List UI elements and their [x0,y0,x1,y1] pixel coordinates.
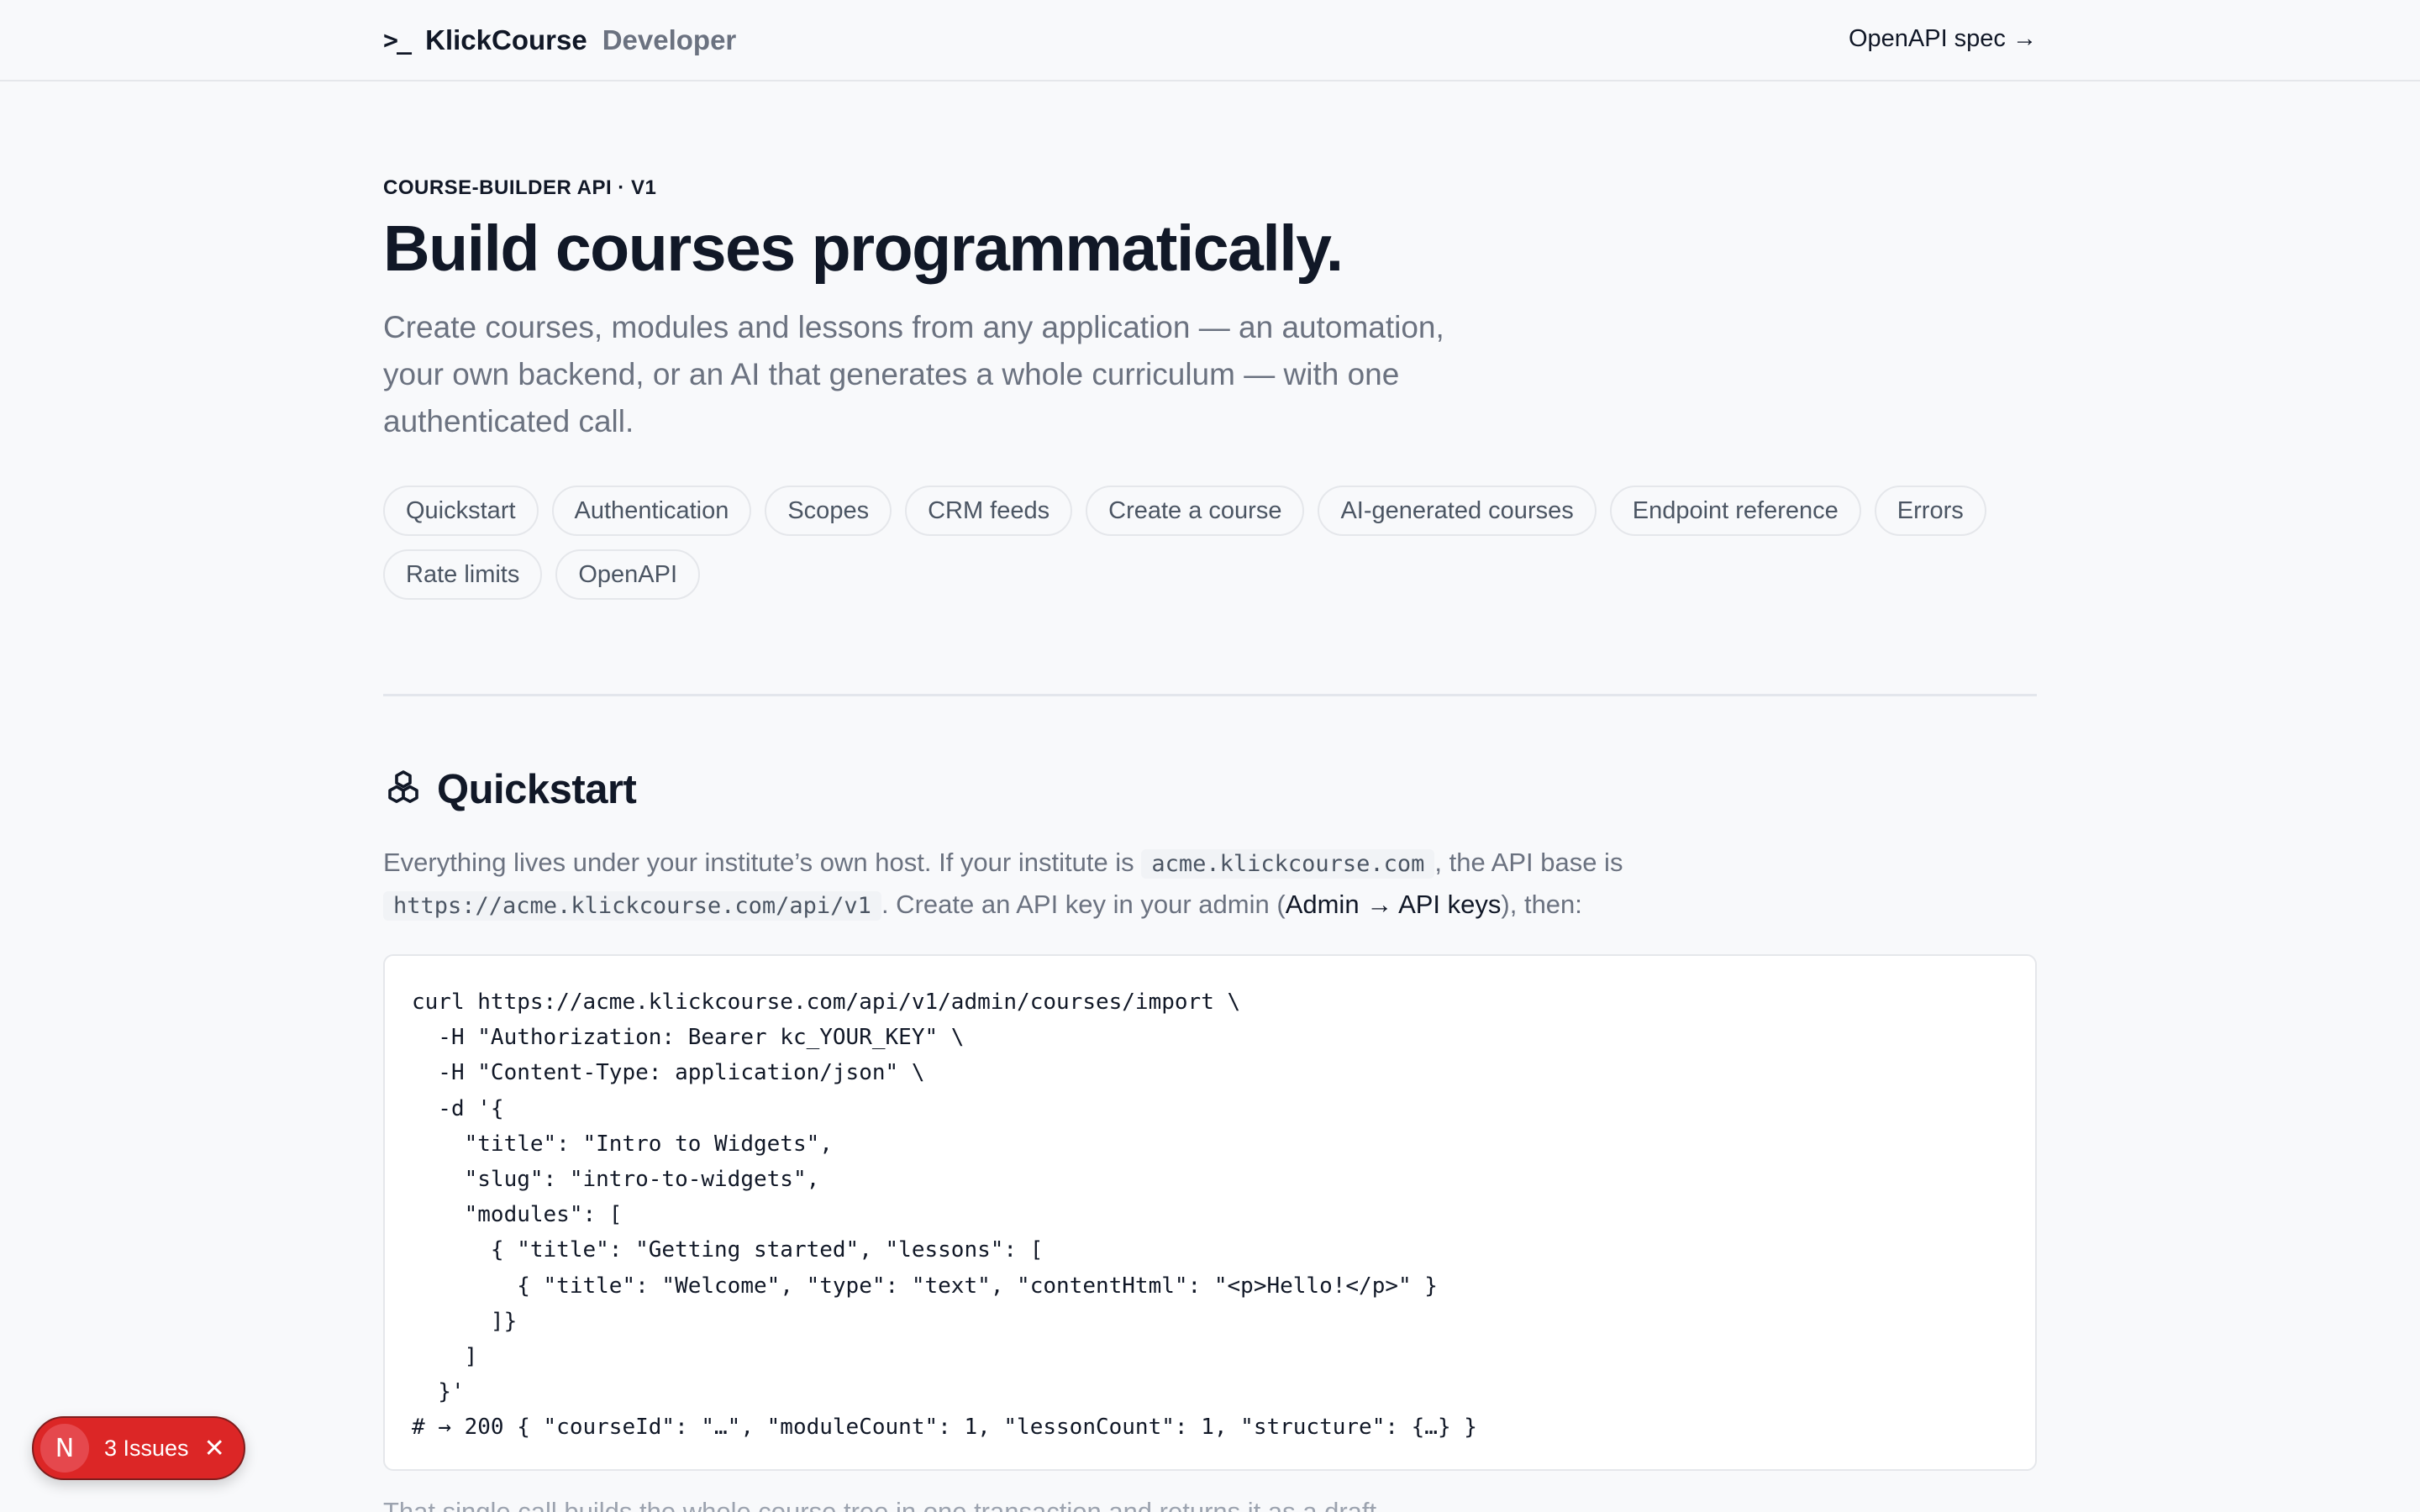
nav-pill-rate-limits[interactable]: Rate limits [383,549,543,600]
cubes-icon [383,768,424,812]
openapi-spec-link[interactable]: OpenAPI spec → [1849,25,2037,53]
brand-name: KlickCourse [425,24,587,55]
issues-avatar: N [40,1424,89,1473]
api-base-code: https://acme.klickcourse.com/api/v1 [383,891,881,921]
quickstart-text-4: ), then: [1501,890,1582,919]
quickstart-text-2: , the API base is [1434,848,1623,877]
quickstart-title: Quickstart [437,767,637,812]
nav-pill-errors[interactable]: Errors [1874,486,1986,536]
admin-path: Admin → API keys [1285,890,1502,919]
nav-pill-quickstart[interactable]: Quickstart [383,486,539,536]
hero-lead: Create courses, modules and lessons from… [383,310,1444,438]
quickstart-description: Everything lives under your institute’s … [383,843,2037,927]
page-title: Build courses programmatically. [383,213,1344,285]
brand[interactable]: >_ KlickCourse Developer [383,24,736,57]
section-nav: Quickstart Authentication Scopes CRM fee… [383,486,2037,600]
nav-pill-crm-feeds[interactable]: CRM feeds [905,486,1073,536]
nav-pill-endpoint-reference[interactable]: Endpoint reference [1609,486,1861,536]
nav-pill-openapi[interactable]: OpenAPI [555,549,701,600]
curl-code[interactable]: curl https://acme.klickcourse.com/api/v1… [412,984,2008,1446]
issues-count-label[interactable]: 3 Issues [104,1436,189,1462]
api-eyebrow: COURSE-BUILDER API · V1 [383,176,657,199]
close-icon[interactable]: ✕ [204,1434,225,1463]
issues-badge[interactable]: N 3 Issues ✕ [32,1416,245,1480]
nav-pill-authentication[interactable]: Authentication [551,486,752,536]
quickstart-heading: Quickstart [383,766,637,813]
terminal-prompt-icon: >_ [383,25,412,55]
nav-pill-ai-generated-courses[interactable]: AI-generated courses [1318,486,1597,536]
nav-pill-scopes[interactable]: Scopes [765,486,892,536]
quickstart-text-3: . Create an API key in your admin ( [881,890,1286,919]
nav-pill-create-course[interactable]: Create a course [1086,486,1305,536]
quickstart-text-1: Everything lives under your institute’s … [383,848,1142,877]
quickstart-followup-text: That single call builds the whole course… [383,1497,1384,1512]
host-code: acme.klickcourse.com [1141,849,1435,879]
curl-code-block[interactable]: curl https://acme.klickcourse.com/api/v1… [383,954,2037,1471]
brand-subtitle: Developer [602,24,737,55]
section-divider [383,694,2037,696]
top-bar: >_ KlickCourse Developer OpenAPI spec → [0,0,2420,81]
